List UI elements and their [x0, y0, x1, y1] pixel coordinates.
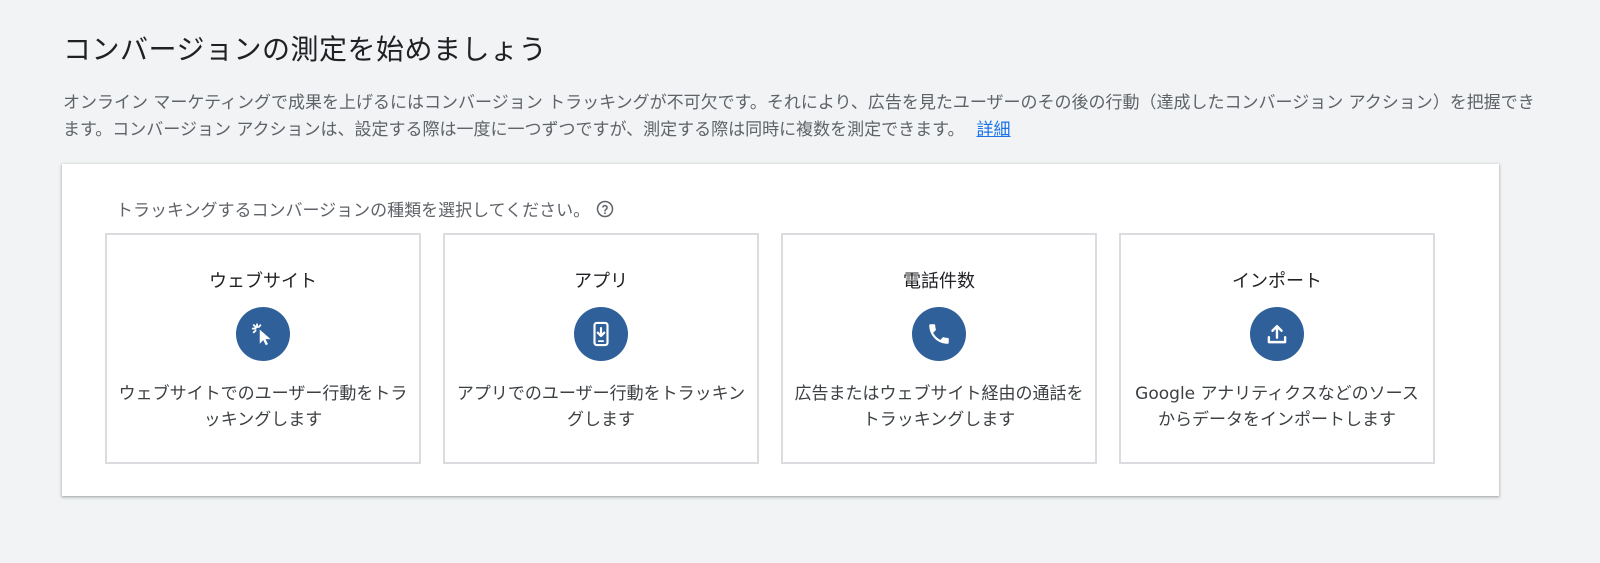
card-description: アプリでのユーザー行動をトラッキングします: [456, 384, 746, 430]
card-website[interactable]: ウェブサイト ウェブサイトでのユーザー行動をトラッキングします: [105, 233, 421, 464]
card-title: インポート: [1232, 271, 1322, 292]
conversion-setup-page: コンバージョンの測定を始めましょう オンライン マーケティングで成果を上げるには…: [0, 0, 1600, 563]
page-title: コンバージョンの測定を始めましょう: [63, 33, 547, 66]
prompt-text: トラッキングするコンバージョンの種類を選択してください。: [116, 201, 591, 221]
card-phone-calls[interactable]: 電話件数 広告またはウェブサイト経由の通話をトラッキングします: [781, 233, 1097, 464]
help-circle-icon[interactable]: [596, 200, 614, 218]
card-description: Google アナリティクスなどのソースからデータをインポートします: [1135, 384, 1419, 430]
card-import[interactable]: インポート Google アナリティクスなどのソースからデータをインポートします: [1119, 233, 1435, 464]
upload-icon: [1250, 307, 1304, 361]
page-description: オンライン マーケティングで成果を上げるにはコンバージョン トラッキングが不可欠…: [63, 90, 1543, 144]
card-title: 電話件数: [903, 271, 975, 292]
card-description: 広告またはウェブサイト経由の通話をトラッキングします: [794, 384, 1084, 430]
conversion-type-cards: ウェブサイト ウェブサイトでのユーザー行動をトラッキングします アプリ アプリで…: [105, 233, 1435, 464]
cursor-click-icon: [236, 307, 290, 361]
description-text: オンライン マーケティングで成果を上げるにはコンバージョン トラッキングが不可欠…: [63, 93, 1535, 140]
learn-more-link[interactable]: 詳細: [976, 120, 1010, 140]
card-description: ウェブサイトでのユーザー行動をトラッキングします: [118, 384, 408, 430]
conversion-type-prompt: トラッキングするコンバージョンの種類を選択してください。: [116, 196, 614, 221]
phone-call-icon: [912, 307, 966, 361]
conversion-type-panel: トラッキングするコンバージョンの種類を選択してください。 ウェブサイト ウェブサ…: [62, 164, 1499, 496]
phone-download-icon: [574, 307, 628, 361]
card-title: アプリ: [574, 271, 628, 292]
card-title: ウェブサイト: [209, 271, 317, 292]
card-app[interactable]: アプリ アプリでのユーザー行動をトラッキングします: [443, 233, 759, 464]
